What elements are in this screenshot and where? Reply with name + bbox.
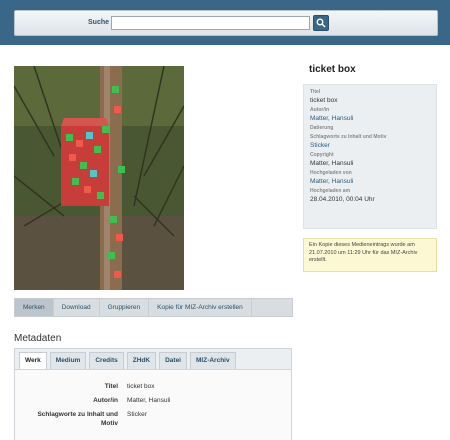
metadata-value: Sticker — [127, 411, 147, 418]
metadata-label: Schlagworte zu Inhalt und — [37, 411, 118, 418]
field-label: Hochgeladen von — [310, 170, 352, 176]
info-box: Titel ticket box Autor/in Matter, Hansul… — [303, 84, 437, 229]
field-label: Copyright — [310, 152, 334, 158]
tab-werk[interactable]: Werk — [19, 352, 47, 369]
top-header: Suche — [0, 0, 450, 45]
group-button[interactable]: Gruppieren — [100, 299, 150, 316]
field-label: Schlagworte zu Inhalt und Motiv — [310, 134, 387, 140]
field-label: Hochgeladen am — [310, 188, 351, 194]
keyword-link[interactable]: Sticker — [310, 142, 430, 149]
metadata-value: ticket box — [127, 383, 155, 390]
photo-image — [14, 66, 184, 290]
metadata-label: Titel — [104, 383, 118, 390]
tab-datei[interactable]: Datei — [159, 352, 187, 369]
search-panel: Suche — [14, 10, 438, 36]
field-value: Matter, Hansuli — [310, 160, 354, 167]
metadata-tabs: Werk Medium Credits ZHdK Datei MIZ-Archi… — [14, 348, 292, 369]
magnifier-icon — [316, 18, 326, 28]
author-link[interactable]: Matter, Hansuli — [310, 115, 430, 122]
search-input[interactable] — [111, 16, 310, 30]
field-label: Titel — [310, 89, 321, 95]
page-title: ticket box — [309, 64, 356, 75]
metadata-label: Autor/in — [93, 397, 118, 404]
search-label: Suche — [88, 19, 110, 26]
uploader-link[interactable]: Matter, Hansuli — [310, 178, 430, 185]
bookmark-button[interactable]: Merken — [15, 299, 54, 316]
media-actions-toolbar: Merken Download Gruppieren Kopie für MIZ… — [14, 298, 293, 317]
tab-medium[interactable]: Medium — [49, 352, 87, 369]
tab-miz-archiv[interactable]: MIZ-Archiv — [190, 352, 236, 369]
archive-notice: Ein Kopie dieses Medieneintrags wurde am… — [303, 238, 437, 272]
search-button[interactable] — [313, 15, 329, 31]
tab-zhdk[interactable]: ZHdK — [126, 352, 157, 369]
media-image[interactable] — [14, 66, 184, 290]
field-value: ticket box — [310, 97, 338, 104]
field-value: 28.04.2010, 00:04 Uhr — [310, 196, 375, 203]
metadata-label-cont: Motiv — [101, 420, 118, 427]
tab-credits[interactable]: Credits — [89, 352, 124, 369]
metadata-panel: Titel ticket box Autor/in Matter, Hansul… — [14, 369, 292, 440]
download-button[interactable]: Download — [54, 299, 100, 316]
metadata-heading: Metadaten — [14, 333, 62, 344]
field-label: Datierung — [310, 125, 334, 131]
copy-to-archive-button[interactable]: Kopie für MIZ-Archiv erstellen — [149, 299, 252, 316]
field-label: Autor/in — [310, 107, 330, 113]
metadata-value: Matter, Hansuli — [127, 397, 171, 404]
